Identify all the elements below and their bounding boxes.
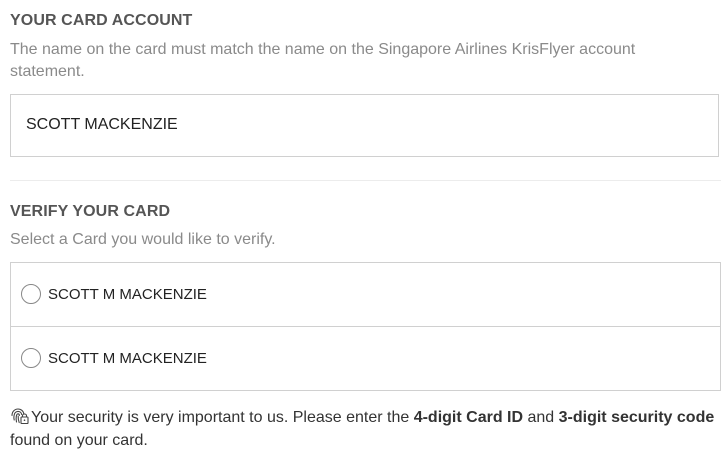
card-option-label: SCOTT M MACKENZIE	[48, 286, 207, 303]
security-text-2: and	[523, 409, 559, 426]
security-code-emphasis: 3-digit security code	[558, 409, 715, 426]
fingerprint-lock-icon	[10, 407, 29, 425]
verify-card-description: Select a Card you would like to verify.	[10, 231, 276, 248]
security-note: Your security is very important to us. P…	[10, 406, 721, 452]
security-text-3: found on your card.	[10, 432, 148, 449]
card-option[interactable]: SCOTT M MACKENZIE	[11, 263, 720, 327]
card-name-value: SCOTT MACKENZIE	[26, 116, 178, 133]
card-options-list: SCOTT M MACKENZIE SCOTT M MACKENZIE	[10, 262, 721, 391]
card-id-emphasis: 4-digit Card ID	[413, 409, 524, 426]
section-divider	[10, 180, 721, 181]
security-text-1: Your security is very important to us. P…	[31, 409, 414, 426]
card-option[interactable]: SCOTT M MACKENZIE	[11, 327, 720, 391]
card-account-description: The name on the card must match the name…	[10, 41, 636, 80]
radio-button[interactable]	[21, 284, 41, 304]
radio-button[interactable]	[21, 348, 41, 368]
verify-card-heading: VERIFY YOUR CARD	[10, 203, 171, 220]
card-option-label: SCOTT M MACKENZIE	[48, 350, 207, 367]
card-name-field[interactable]: SCOTT MACKENZIE	[10, 94, 719, 157]
card-account-heading: YOUR CARD ACCOUNT	[10, 12, 193, 29]
